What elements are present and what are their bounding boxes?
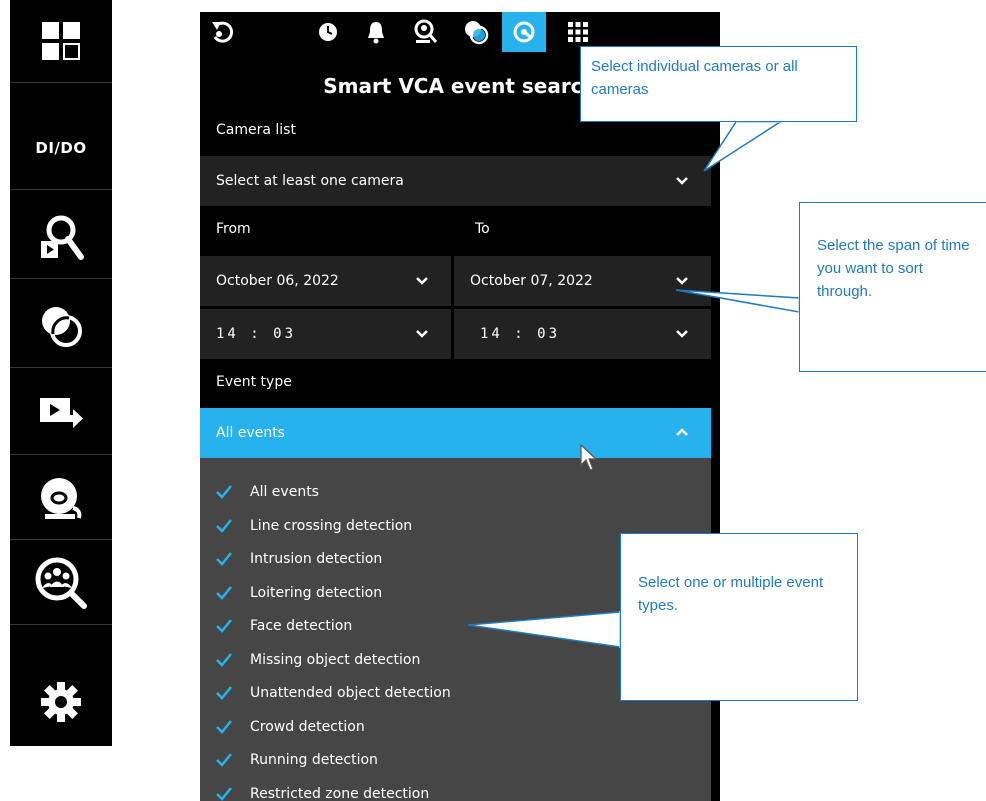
callout-events: Select one or multiple event types. [620,533,858,701]
callout-cameras: Select individual cameras or all cameras [580,46,857,122]
callout-timespan: Select the span of time you want to sort… [799,202,986,372]
